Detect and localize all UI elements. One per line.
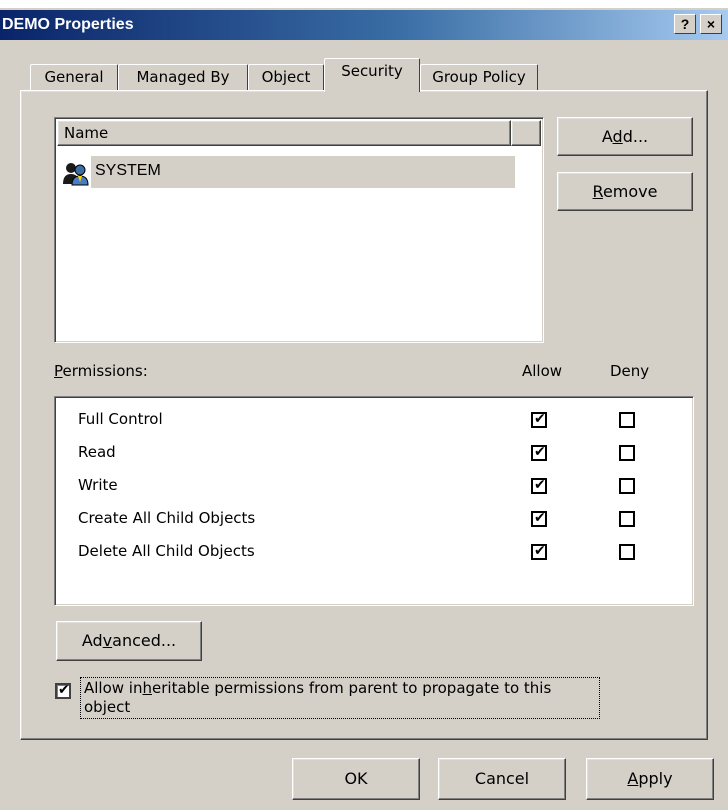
inherit-line1-key: h [142,679,152,697]
allow-read-checkbox[interactable]: ✔ [531,444,547,461]
names-list-header[interactable]: Name [57,120,511,146]
advanced-button[interactable]: Advanced... [56,621,202,661]
permission-full-control: Full Control [78,410,163,428]
check-icon: ✔ [534,477,546,493]
title-bar[interactable]: DEMO Properties ? × [0,10,728,40]
inherit-line1-post: eritable permissions from parent to prop… [152,679,552,697]
allow-full-control-checkbox[interactable]: ✔ [531,411,547,428]
name-column-header: Name [64,124,109,142]
allow-column-header: Allow [522,362,563,380]
names-list[interactable]: Name SYSTEM [54,117,544,343]
tab-security[interactable]: Security [324,58,420,92]
remove-label-post: emove [602,182,658,201]
deny-read-checkbox[interactable] [619,445,635,461]
add-label-pre: A [601,127,613,146]
list-item-label: SYSTEM [95,162,161,179]
tab-managed-by[interactable]: Managed By [118,64,248,90]
advanced-label-post: anced... [112,631,177,650]
help-button[interactable]: ? [674,14,696,34]
permission-read: Read [78,443,116,461]
list-item-system[interactable]: SYSTEM [91,156,515,188]
check-icon: ✔ [534,411,546,427]
tab-group-policy[interactable]: Group Policy [420,64,538,90]
advanced-label-key: v [102,631,113,650]
allow-delete-child-checkbox[interactable]: ✔ [531,543,547,560]
check-icon: ✔ [534,444,546,460]
permission-write: Write [78,476,118,494]
allow-create-child-checkbox[interactable]: ✔ [531,510,547,527]
close-button[interactable]: × [700,14,722,34]
add-label-post: d... [622,127,649,146]
ok-button[interactable]: OK [292,758,420,800]
remove-button[interactable]: Remove [557,172,693,211]
cancel-button[interactable]: Cancel [438,758,566,800]
allow-write-checkbox[interactable]: ✔ [531,477,547,494]
permissions-label-post: ermissions: [62,362,148,380]
inherit-line1-pre: Allow in [84,679,143,697]
deny-full-control-checkbox[interactable] [619,412,635,428]
remove-label-key: R [592,182,603,201]
apply-label-post: pply [638,769,673,788]
deny-write-checkbox[interactable] [619,478,635,494]
add-button[interactable]: Add... [557,117,693,156]
tab-general[interactable]: General [30,64,118,90]
inherit-label-line1: Allow inheritable permissions from paren… [84,679,596,698]
tab-object[interactable]: Object [248,64,324,90]
user-group-icon [61,162,89,186]
check-icon: ✔ [534,543,546,559]
permission-create-child-objects: Create All Child Objects [78,509,256,527]
permissions-label: Permissions: [54,362,148,380]
inherit-label-line2: object [84,698,131,716]
deny-create-child-checkbox[interactable] [619,511,635,527]
deny-column-header: Deny [610,362,650,380]
check-icon: ✔ [58,682,70,698]
check-icon: ✔ [534,510,546,526]
permission-delete-child-objects: Delete All Child Objects [78,542,255,560]
permissions-label-key: P [54,362,63,380]
apply-label-key: A [627,769,639,788]
names-list-header-filler [511,120,541,146]
apply-button[interactable]: Apply [586,758,714,800]
add-label-key: d [612,127,623,146]
deny-delete-child-checkbox[interactable] [619,544,635,560]
inherit-permissions-label[interactable]: Allow inheritable permissions from paren… [80,677,600,719]
inherit-permissions-checkbox[interactable]: ✔ [55,682,71,699]
window-title: DEMO Properties [2,16,134,33]
advanced-label-pre: Ad [81,631,103,650]
